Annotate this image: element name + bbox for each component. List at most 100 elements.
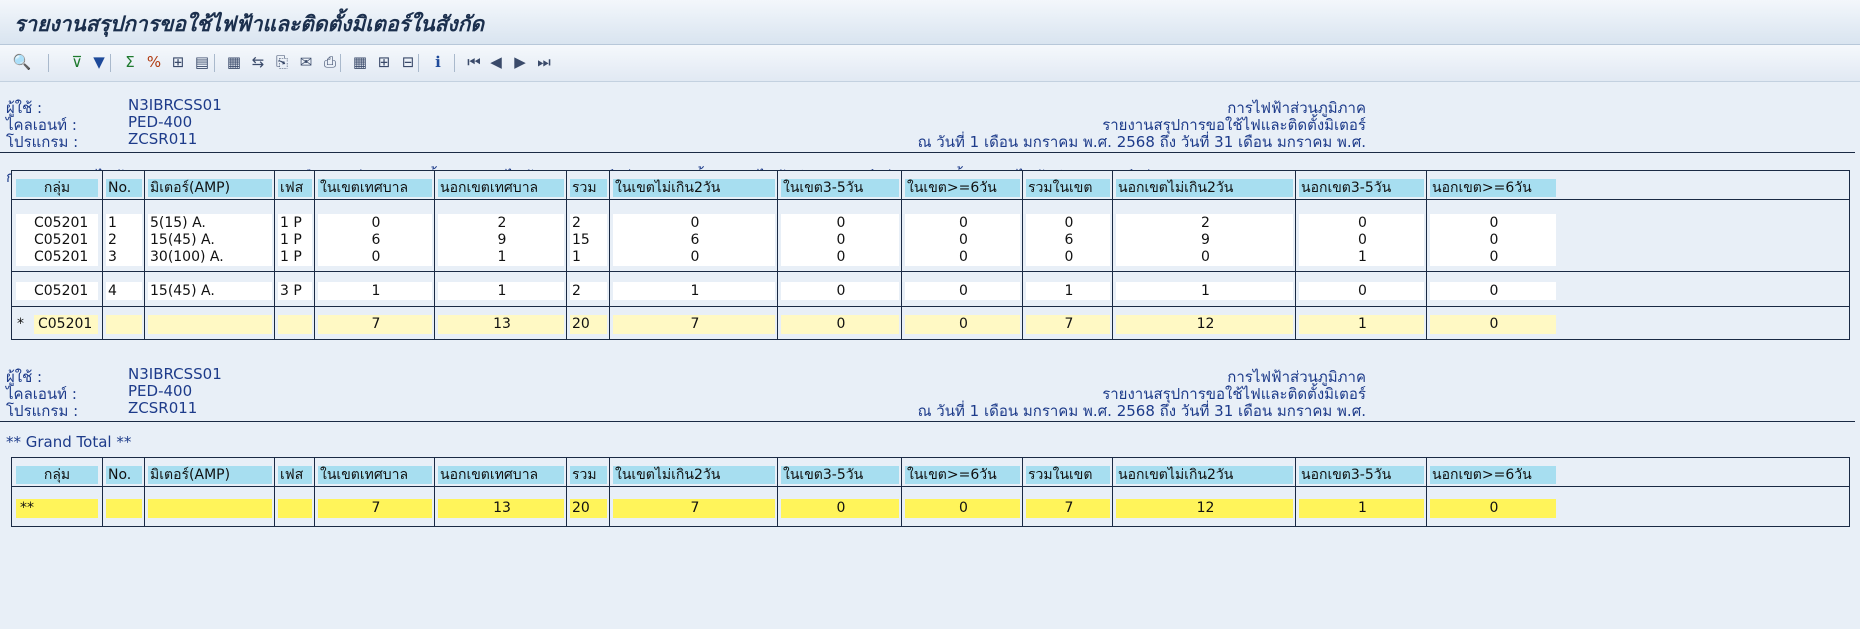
total-cell: 0	[1430, 315, 1556, 334]
first-page-icon[interactable]: ⏮	[462, 50, 486, 74]
column-header[interactable]: ในเขตไม่เกิน2วัน	[613, 466, 775, 484]
column-header[interactable]: ในเขตเทศบาล	[318, 466, 432, 484]
subtotal-icon[interactable]: %	[142, 50, 166, 74]
column-divider	[314, 458, 315, 526]
column-divider	[274, 458, 275, 526]
grand-total-table: กลุ่ม No. มิเตอร์(AMP) เฟส ในเขตเทศบาล นอกเขต…	[11, 457, 1850, 527]
grid-icon[interactable]: ▦	[348, 50, 372, 74]
program-value: ZCSR011	[128, 130, 198, 148]
total-cell: 0	[781, 499, 899, 518]
column-header[interactable]: กลุ่ม	[16, 466, 98, 484]
column-header[interactable]: กลุ่ม	[16, 179, 98, 197]
word-processing-icon[interactable]: ⇆	[246, 50, 270, 74]
table-cell: 1 P	[278, 231, 312, 249]
table-cell: C05201	[16, 282, 98, 300]
column-divider	[1112, 171, 1113, 339]
table-cell: 4	[106, 282, 142, 300]
title-bar: รายงานสรุปการขอใช้ไฟฟ้าและติดตั้งมิเตอร์…	[0, 0, 1860, 45]
column-header[interactable]: ในเขต>=6วัน	[905, 179, 1020, 197]
table-cell: 5(15) A.	[148, 214, 272, 232]
table-cell: 0	[905, 248, 1020, 266]
table-cell: 6	[1026, 231, 1110, 249]
layout-icon[interactable]: ▤	[190, 50, 214, 74]
subtotal-marker: *	[17, 316, 24, 332]
next-page-icon[interactable]: ▶	[508, 50, 532, 74]
select-layout-icon[interactable]: ⊟	[396, 50, 420, 74]
column-header[interactable]: นอกเขตเทศบาล	[438, 179, 564, 197]
client-value-2: PED-400	[128, 382, 193, 400]
column-header[interactable]: นอกเขต>=6วัน	[1430, 466, 1556, 484]
table-cell: 0	[905, 231, 1020, 249]
column-header[interactable]: ในเขต>=6วัน	[905, 466, 1020, 484]
total-cell: 7	[1026, 315, 1110, 334]
table-cell: 1	[438, 282, 564, 300]
column-divider	[1295, 171, 1296, 339]
total-cell: 13	[438, 315, 564, 334]
column-divider	[434, 458, 435, 526]
program-label-2: โปรแกรม :	[6, 402, 79, 420]
column-header[interactable]: ในเขต3-5วัน	[781, 179, 899, 197]
row-divider	[12, 306, 1849, 307]
column-header[interactable]: นอกเขต3-5วัน	[1299, 466, 1424, 484]
table-cell: 0	[613, 248, 775, 266]
set-filter-icon[interactable]: ▼	[87, 50, 111, 74]
column-header[interactable]: นอกเขตไม่เกิน2วัน	[1116, 466, 1293, 484]
column-header[interactable]: รวมในเขต	[1026, 179, 1110, 197]
table-cell: 0	[1299, 214, 1424, 232]
column-divider	[102, 458, 103, 526]
column-header[interactable]: No.	[106, 179, 142, 197]
toolbar-separator	[454, 54, 455, 72]
column-header[interactable]: มิเตอร์(AMP)	[148, 466, 272, 484]
column-header[interactable]: รวม	[570, 466, 607, 484]
total-cell: 7	[318, 315, 432, 334]
column-header[interactable]: รวมในเขต	[1026, 466, 1110, 484]
row-divider	[12, 486, 1849, 487]
export-icon[interactable]: ⊞	[166, 50, 190, 74]
header-divider	[0, 152, 1855, 153]
table-cell: 30(100) A.	[148, 248, 272, 266]
filter-icon[interactable]: ⊽	[65, 50, 89, 74]
total-cell: 12	[1116, 315, 1293, 334]
column-divider	[102, 171, 103, 339]
details-icon[interactable]: 🔍	[10, 50, 34, 74]
last-page-icon[interactable]: ⏭	[532, 50, 556, 74]
send-icon[interactable]: ✉	[294, 50, 318, 74]
column-header[interactable]: ในเขต3-5วัน	[781, 466, 899, 484]
column-header[interactable]: No.	[106, 466, 142, 484]
column-header[interactable]: รวม	[570, 179, 607, 197]
column-divider	[901, 458, 902, 526]
table-cell: 15(45) A.	[148, 282, 272, 300]
column-header[interactable]: ในเขตเทศบาล	[318, 179, 432, 197]
column-header[interactable]: เฟส	[278, 179, 312, 197]
table-cell: C05201	[16, 248, 98, 266]
table-cell: 15(45) A.	[148, 231, 272, 249]
table-cell: 1	[1299, 248, 1424, 266]
column-header[interactable]: ในเขตไม่เกิน2วัน	[613, 179, 775, 197]
table-cell: 0	[318, 214, 432, 232]
column-header[interactable]: นอกเขตเทศบาล	[438, 466, 564, 484]
total-label: **	[16, 499, 98, 518]
column-header[interactable]: นอกเขตไม่เกิน2วัน	[1116, 179, 1293, 197]
table-cell: 0	[905, 282, 1020, 300]
total-cell: 7	[613, 499, 775, 518]
grand-total-label: ** Grand Total **	[6, 433, 132, 451]
column-header[interactable]: นอกเขต3-5วัน	[1299, 179, 1424, 197]
table-cell: 3 P	[278, 282, 312, 300]
column-divider	[1022, 171, 1023, 339]
column-header[interactable]: มิเตอร์(AMP)	[148, 179, 272, 197]
application-toolbar: 🔍 ⊽ ▼ Σ% ⊞ ▤ ▦ ⇆ ⎘ ✉ ⎙ ▦ ⊞ ⊟ ℹ ⏮ ◀ ▶ ⏭	[0, 45, 1860, 82]
column-divider	[274, 171, 275, 339]
column-divider	[434, 171, 435, 339]
column-header[interactable]: เฟส	[278, 466, 312, 484]
abc-icon[interactable]: ⎙	[318, 50, 342, 74]
sum-icon[interactable]: Σ	[118, 50, 142, 74]
table-cell: 1	[570, 248, 607, 266]
spreadsheet-icon[interactable]: ▦	[222, 50, 246, 74]
table-cell: 6	[613, 231, 775, 249]
info-icon[interactable]: ℹ	[426, 50, 450, 74]
change-layout-icon[interactable]: ⊞	[372, 50, 396, 74]
local-file-icon[interactable]: ⎘	[270, 50, 294, 74]
column-header[interactable]: นอกเขต>=6วัน	[1430, 179, 1556, 197]
previous-page-icon[interactable]: ◀	[484, 50, 508, 74]
date-range-2: ณ วันที่ 1 เดือน มกราคม พ.ศ. 2568 ถึง วั…	[917, 402, 1366, 420]
